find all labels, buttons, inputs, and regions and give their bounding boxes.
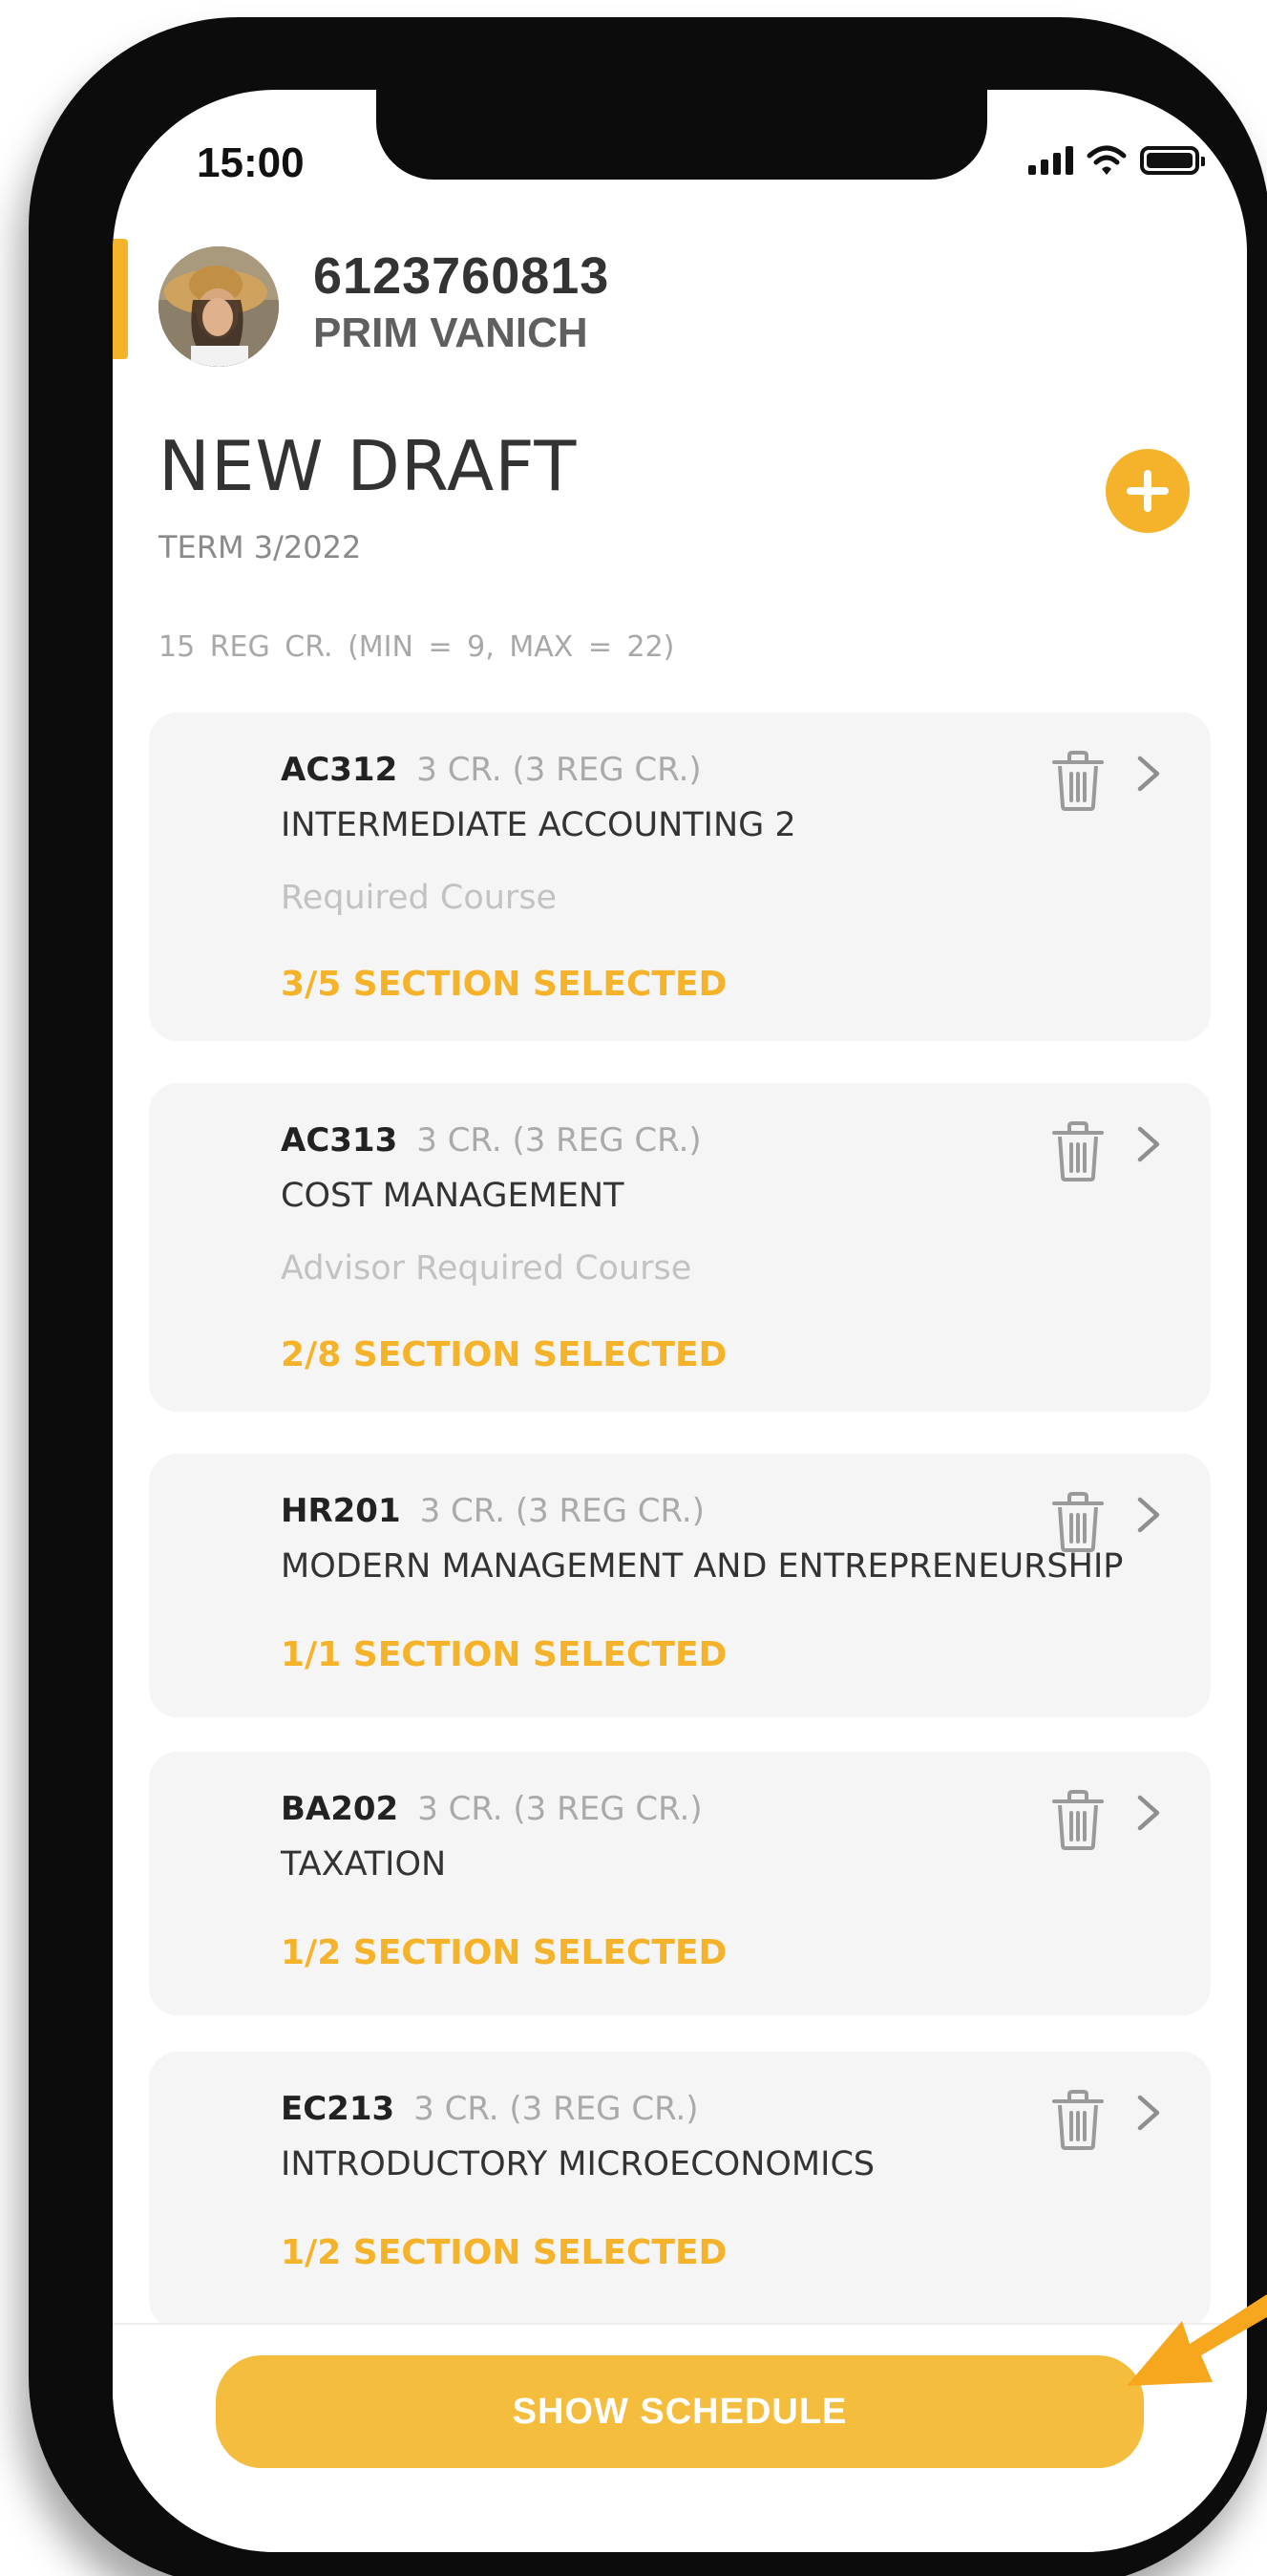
- course-credits: 3 CR. (3 REG CR.): [413, 2090, 699, 2128]
- signal-icon: [1028, 146, 1073, 175]
- course-header: AC312 3 CR. (3 REG CR.): [281, 751, 702, 789]
- avatar[interactable]: [158, 246, 279, 367]
- trash-icon[interactable]: [1050, 1788, 1106, 1851]
- course-code: BA202: [281, 1790, 399, 1828]
- profile-accent-bar: [113, 239, 128, 359]
- course-card[interactable]: AC312 3 CR. (3 REG CR.) INTERMEDIATE ACCO…: [149, 713, 1211, 1041]
- course-header: AC313 3 CR. (3 REG CR.): [281, 1121, 702, 1160]
- course-title: INTRODUCTORY MICROECONOMICS: [281, 2145, 876, 2183]
- section-count: 1/2 SECTION SELECTED: [281, 1933, 728, 1972]
- trash-icon[interactable]: [1050, 1119, 1106, 1182]
- section-count: 1/1 SECTION SELECTED: [281, 1635, 728, 1674]
- status-time: 15:00: [197, 139, 305, 186]
- course-type: Required Course: [281, 879, 558, 917]
- course-card[interactable]: EC213 3 CR. (3 REG CR.) INTRODUCTORY MICR…: [149, 2052, 1211, 2329]
- course-credits: 3 CR. (3 REG CR.): [416, 751, 702, 789]
- course-code: EC213: [281, 2090, 395, 2128]
- course-code: AC312: [281, 751, 398, 789]
- course-header: EC213 3 CR. (3 REG CR.): [281, 2090, 699, 2128]
- course-title: MODERN MANAGEMENT AND ENTREPRENEURSHIP: [281, 1547, 1124, 1586]
- chevron-right-icon[interactable]: [1132, 753, 1165, 795]
- trash-icon[interactable]: [1050, 1490, 1106, 1553]
- course-code: HR201: [281, 1492, 401, 1530]
- course-title: COST MANAGEMENT: [281, 1177, 624, 1215]
- page-title: NEW DRAFT: [158, 426, 578, 506]
- course-header: BA202 3 CR. (3 REG CR.): [281, 1790, 703, 1828]
- chevron-right-icon[interactable]: [1132, 2092, 1165, 2134]
- add-course-button[interactable]: [1106, 449, 1190, 533]
- chevron-right-icon[interactable]: [1132, 1494, 1165, 1536]
- wifi-icon: [1087, 145, 1127, 175]
- battery-icon: [1140, 146, 1205, 175]
- course-card[interactable]: BA202 3 CR. (3 REG CR.) TAXATION 1/2 SECT…: [149, 1752, 1211, 2015]
- section-count: 1/2 SECTION SELECTED: [281, 2233, 728, 2272]
- course-header: HR201 3 CR. (3 REG CR.): [281, 1492, 705, 1530]
- show-schedule-button[interactable]: SHOW SCHEDULE: [216, 2355, 1144, 2468]
- credit-summary: 15 REG CR. (MIN = 9, MAX = 22): [158, 630, 675, 664]
- student-name: PRIM VANICH: [313, 309, 588, 356]
- app-screen: 15:00 6123760813 PRIM VANICH NEW DRAFT T…: [113, 90, 1247, 2552]
- course-type: Advisor Required Course: [281, 1249, 692, 1288]
- course-title: TAXATION: [281, 1845, 447, 1884]
- chevron-right-icon[interactable]: [1132, 1792, 1165, 1834]
- course-card[interactable]: HR201 3 CR. (3 REG CR.) MODERN MANAGEMENT…: [149, 1454, 1211, 1717]
- course-credits: 3 CR. (3 REG CR.): [417, 1790, 703, 1828]
- section-count: 2/8 SECTION SELECTED: [281, 1335, 728, 1374]
- term-label: TERM 3/2022: [158, 529, 362, 565]
- course-credits: 3 CR. (3 REG CR.): [419, 1492, 706, 1530]
- trash-icon[interactable]: [1050, 2088, 1106, 2151]
- section-count: 3/5 SECTION SELECTED: [281, 965, 728, 1004]
- pointer-arrow-icon: [1127, 2294, 1267, 2386]
- course-card[interactable]: AC313 3 CR. (3 REG CR.) COST MANAGEMENT A…: [149, 1083, 1211, 1412]
- course-title: INTERMEDIATE ACCOUNTING 2: [281, 806, 796, 844]
- course-credits: 3 CR. (3 REG CR.): [416, 1121, 702, 1160]
- student-id: 6123760813: [313, 247, 610, 305]
- trash-icon[interactable]: [1050, 749, 1106, 812]
- chevron-right-icon[interactable]: [1132, 1123, 1165, 1165]
- status-icons: [1028, 145, 1205, 176]
- course-code: AC313: [281, 1121, 398, 1160]
- phone-notch: [376, 90, 987, 180]
